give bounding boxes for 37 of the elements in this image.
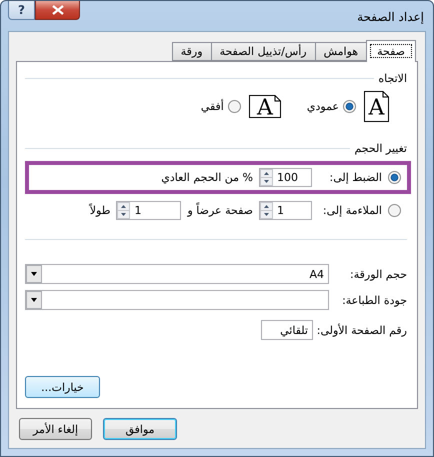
pages-tall-label: طولاً (90, 204, 110, 217)
section-title: تغيير الحجم (354, 142, 407, 155)
pages-wide-spin-field[interactable]: 1 (259, 201, 312, 220)
pages-wide-label: صفحة عرضاً و (187, 204, 253, 217)
field-label: حجم الورقة: (349, 268, 407, 280)
radio-label: عمودي (306, 100, 339, 113)
page-icon: A (364, 91, 389, 122)
spinner-arrows-icon[interactable] (117, 202, 130, 219)
spinner-arrows-icon[interactable] (260, 169, 273, 186)
field-label: رقم الصفحة الأولى: (317, 324, 407, 336)
tab[interactable]: صفحة (366, 40, 416, 62)
options-button[interactable]: خيارات... (25, 376, 100, 398)
help-button[interactable]: ? (8, 1, 35, 20)
ok-button[interactable]: موافق (103, 418, 177, 440)
first-page-number-field[interactable]: تلقائي (261, 320, 313, 340)
radio-label: أفقي (200, 100, 224, 113)
scale-spin-field[interactable]: 100 (259, 168, 312, 187)
cancel-button[interactable]: إلغاء الأمر (19, 418, 92, 440)
window-title: إعداد الصفحة (357, 10, 424, 24)
tab[interactable]: هوامش (314, 42, 368, 61)
spinner-arrows-icon[interactable] (260, 202, 273, 219)
tab[interactable]: ورقة (172, 42, 212, 61)
close-button[interactable] (35, 1, 80, 20)
tab[interactable]: رأس/تذييل الصفحة (210, 42, 316, 61)
page-icon: A (248, 95, 281, 118)
radio-button[interactable] (343, 100, 356, 113)
section-title: الاتجاه (378, 72, 407, 85)
pages-tall-spin-field[interactable]: 1 (116, 201, 182, 220)
radio-label: الملاءمة إلى: (322, 204, 382, 217)
radio-button[interactable] (228, 100, 241, 113)
radio-button[interactable] (388, 171, 401, 184)
close-icon (52, 5, 64, 15)
paper-size-dropdown[interactable]: A4 (25, 264, 329, 284)
scale-suffix: % من الحجم العادي (161, 171, 253, 184)
field-label: جودة الطباعة: (341, 294, 407, 306)
radio-label: الضبط إلى: (328, 171, 382, 184)
radio-button[interactable] (388, 204, 401, 217)
